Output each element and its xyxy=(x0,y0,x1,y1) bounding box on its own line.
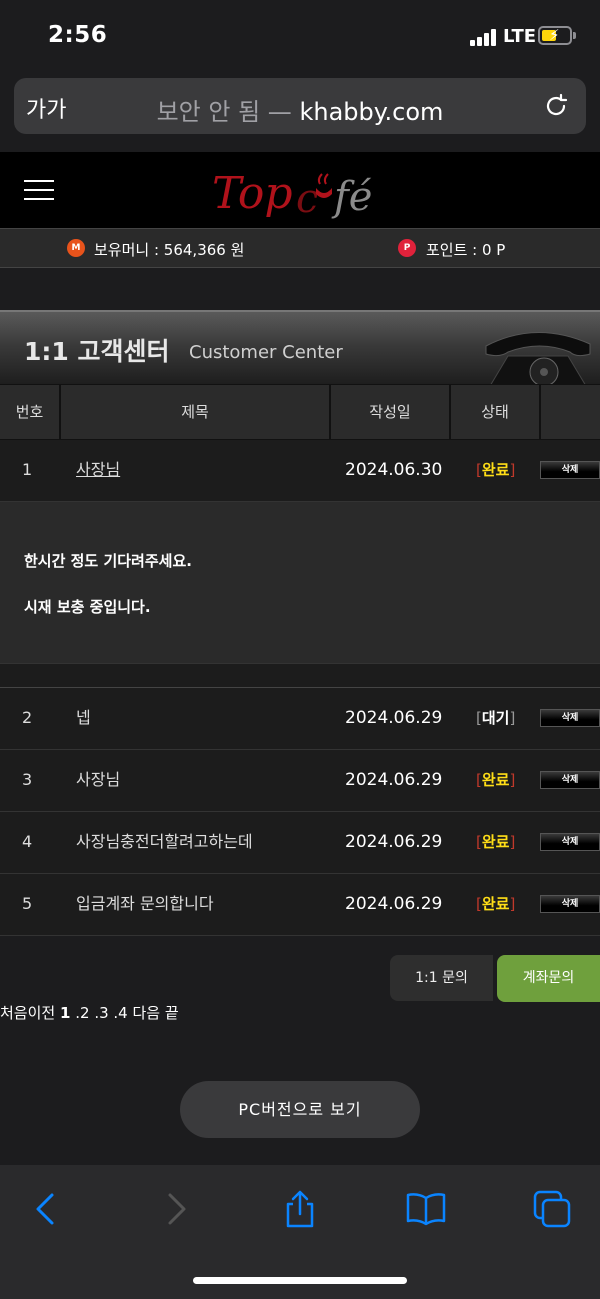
table-row[interactable]: 4 사장님충전더할려고하는데 2024.06.29 [완료] 삭제 xyxy=(0,812,600,874)
share-icon[interactable] xyxy=(280,1189,320,1229)
col-status: 상태 xyxy=(451,385,541,441)
status-badge: [완료] xyxy=(476,461,516,479)
network-type: LTE xyxy=(503,26,537,47)
site-header: Top c fé xyxy=(0,152,600,228)
row-date: 2024.06.29 xyxy=(345,770,443,790)
delete-button[interactable]: 삭제 xyxy=(540,709,600,727)
svg-text:Top: Top xyxy=(212,168,293,219)
row-subject-link[interactable]: 입금계좌 문의합니다 xyxy=(76,874,214,936)
pc-version-button[interactable]: PC버전으로 보기 xyxy=(180,1081,420,1138)
money-bar: M 보유머니 : 564,366 원 P 포인트 : 0 P xyxy=(0,228,600,268)
row-number: 3 xyxy=(22,770,33,789)
topcafe-logo[interactable]: Top c fé xyxy=(200,158,400,226)
table-row[interactable]: 5 입금계좌 문의합니다 2024.06.29 [완료] 삭제 xyxy=(0,874,600,936)
page-link[interactable]: .3 xyxy=(94,1004,108,1022)
table-row[interactable]: 3 사장님 2024.06.29 [완료] 삭제 xyxy=(0,750,600,812)
status-badge: [완료] xyxy=(476,895,516,913)
delete-button[interactable]: 삭제 xyxy=(540,461,600,479)
account-inquiry-button[interactable]: 계좌문의 xyxy=(497,955,600,1002)
delete-button[interactable]: 삭제 xyxy=(540,833,600,851)
pagination: 처음이전 1 .2 .3 .4 다음 끝 xyxy=(0,1002,179,1023)
customer-center-banner: 1:1 고객센터 Customer Center xyxy=(0,310,600,386)
delete-button[interactable]: 삭제 xyxy=(540,895,600,913)
table-row[interactable]: 2 넵 2024.06.29 [대기] 삭제 xyxy=(0,688,600,750)
money-balance: 보유머니 : 564,366 원 xyxy=(94,241,245,259)
money-icon: M xyxy=(67,239,85,257)
row-date: 2024.06.29 xyxy=(345,894,443,914)
answer-line: 시재 보충 중입니다. xyxy=(24,598,151,616)
col-subject: 제목 xyxy=(61,385,331,441)
answer-line: 한시간 정도 기다려주세요. xyxy=(24,552,192,570)
row-subject-link[interactable]: 넵 xyxy=(76,688,91,750)
page-current[interactable]: 1 xyxy=(60,1004,70,1022)
status-badge: [완료] xyxy=(476,833,516,851)
col-date: 작성일 xyxy=(331,385,451,441)
row-subject-link[interactable]: 사장님 xyxy=(76,440,120,502)
points-balance: 포인트 : 0 P xyxy=(426,241,506,259)
page-last-link[interactable]: 끝 xyxy=(165,1004,179,1022)
status-time: 2:56 xyxy=(48,22,108,48)
row-number: 4 xyxy=(22,832,33,851)
table-header: 번호 제목 작성일 상태 xyxy=(0,384,600,441)
page-link[interactable]: .2 xyxy=(75,1004,89,1022)
page-subtitle: Customer Center xyxy=(189,342,343,363)
table-row[interactable]: 1 사장님 2024.06.30 [완료] 삭제 xyxy=(0,440,600,502)
reload-icon[interactable] xyxy=(542,92,570,120)
row-date: 2024.06.30 xyxy=(345,460,443,480)
points-icon: P xyxy=(398,239,416,257)
svg-text:c: c xyxy=(296,176,318,222)
row-subject-link[interactable]: 사장님 xyxy=(76,750,120,812)
col-number: 번호 xyxy=(0,385,61,441)
status-badge: [대기] xyxy=(476,709,516,727)
new-inquiry-button[interactable]: 1:1 문의 xyxy=(390,955,493,1001)
page-title: 1:1 고객센터 xyxy=(24,337,170,366)
telephone-icon xyxy=(485,332,591,386)
inquiry-table: 번호 제목 작성일 상태 1 사장님 2024.06.30 [완료] 삭제 한시… xyxy=(0,384,600,936)
back-icon[interactable] xyxy=(26,1189,66,1229)
page-link[interactable]: .4 xyxy=(113,1004,127,1022)
answer-panel: 한시간 정도 기다려주세요. 시재 보충 중입니다. xyxy=(0,502,600,664)
svg-text:fé: fé xyxy=(331,174,372,220)
signal-icon xyxy=(470,28,498,46)
row-number: 2 xyxy=(22,708,33,727)
row-subject-link[interactable]: 사장님충전더할려고하는데 xyxy=(76,812,253,874)
url-field[interactable]: 보안 안 됨 — khabby.com xyxy=(14,92,586,127)
delete-button[interactable]: 삭제 xyxy=(540,771,600,789)
home-indicator xyxy=(193,1277,407,1284)
menu-icon[interactable] xyxy=(24,180,54,200)
status-bar: 2:56 LTE ⚡ xyxy=(0,0,600,72)
row-number: 1 xyxy=(22,460,33,479)
col-action xyxy=(541,385,600,441)
page-next-link[interactable]: 다음 xyxy=(133,1004,161,1022)
divider xyxy=(0,664,600,688)
page-prev-link[interactable]: 이전 xyxy=(28,1004,56,1022)
forward-icon[interactable] xyxy=(156,1189,196,1229)
status-badge: [완료] xyxy=(476,771,516,789)
tabs-icon[interactable] xyxy=(532,1189,572,1229)
row-number: 5 xyxy=(22,894,33,913)
row-date: 2024.06.29 xyxy=(345,832,443,852)
battery-icon: ⚡ xyxy=(538,26,576,45)
url-domain: khabby.com xyxy=(299,98,444,126)
page-first-link[interactable]: 처음 xyxy=(0,1004,28,1022)
row-date: 2024.06.29 xyxy=(345,708,443,728)
address-bar[interactable]: 가가 보안 안 됨 — khabby.com xyxy=(14,78,586,134)
not-secure-label: 보안 안 됨 — xyxy=(156,98,292,126)
bookmarks-icon[interactable] xyxy=(406,1189,446,1229)
